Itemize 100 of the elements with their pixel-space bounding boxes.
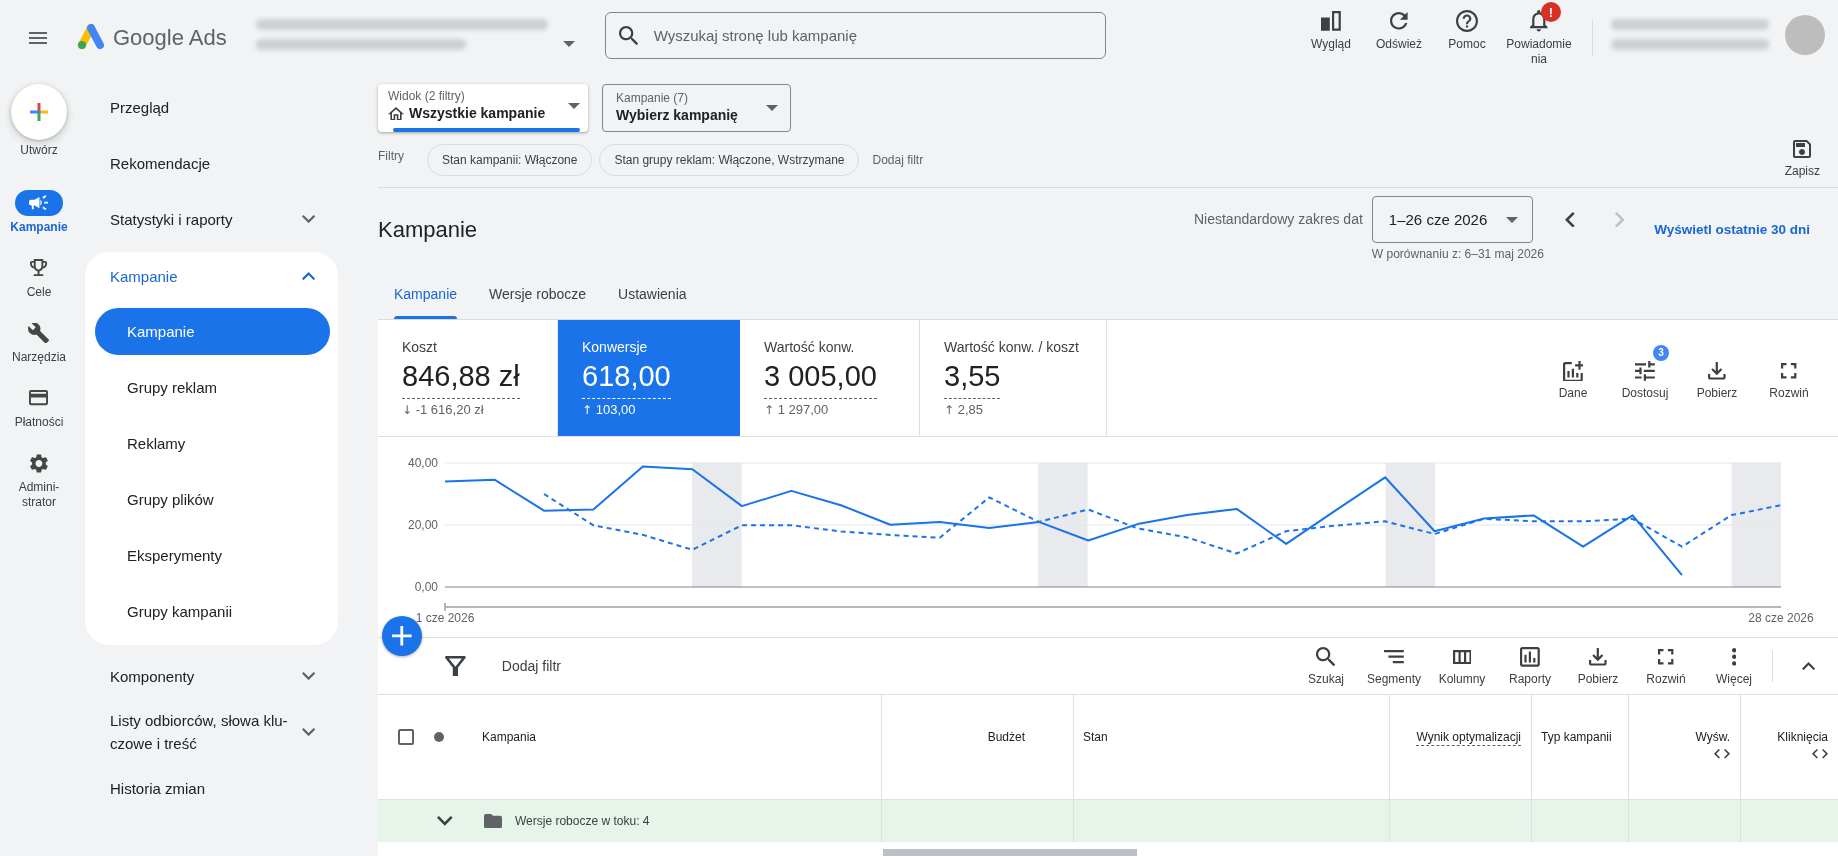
caret-icon	[562, 41, 575, 47]
filters-label: Filtry	[378, 148, 404, 163]
axis-label: 0,00	[414, 580, 438, 594]
sort-icon[interactable]	[1812, 749, 1828, 759]
help-icon	[1456, 10, 1478, 32]
search-icon	[618, 26, 638, 46]
menu-icon	[29, 31, 47, 44]
nav-item[interactable]: Kampanie	[85, 252, 338, 300]
last-30-days-link[interactable]: Wyświetl ostatnie 30 dni	[1654, 215, 1810, 245]
rail-item[interactable]: Płatności	[14, 385, 64, 430]
tab[interactable]: Ustawienia	[602, 272, 703, 319]
header-action-button[interactable]: Odśwież	[1365, 0, 1433, 67]
plus-icon	[11, 84, 67, 140]
tab[interactable]: Wersje robocze	[473, 272, 603, 319]
caret-icon	[1505, 216, 1518, 223]
nav-item[interactable]: Komponenty	[85, 648, 338, 704]
status-dot-icon	[434, 732, 444, 742]
nav-subitem[interactable]: Eksperymenty	[95, 532, 330, 579]
row-label: Wersje robocze w toku: 4	[515, 814, 650, 828]
sort-icon[interactable]	[1714, 749, 1730, 759]
more-vert-icon	[1731, 648, 1737, 666]
save-icon	[1793, 140, 1812, 158]
tune-icon	[1635, 361, 1655, 381]
toolbar-button[interactable]: Dane	[1537, 320, 1609, 436]
campaign-selector[interactable]: Kampanie (7) Wybierz kampanię	[602, 84, 791, 132]
header-action-button[interactable]: Pomoc	[1433, 0, 1501, 67]
logo-icon	[76, 24, 106, 51]
rail-item[interactable]: Cele	[15, 255, 63, 300]
toolbar-button[interactable]: Raporty	[1498, 645, 1562, 687]
toolbar-button[interactable]: Pobierz	[1681, 320, 1753, 436]
date-range-dropdown[interactable]: 1–26 cze 2026	[1371, 196, 1533, 243]
add-filter-button[interactable]: Dodaj filtr	[501, 658, 561, 674]
rail-item[interactable]: Admini-strator	[6, 450, 72, 510]
nav-subitem[interactable]: Grupy plików	[95, 476, 330, 523]
add-filter-button[interactable]: Dodaj filtr	[872, 152, 924, 167]
fullscreen-icon	[1781, 363, 1797, 379]
column-header[interactable]: Wynik optymalizacji	[1416, 729, 1521, 746]
save-button[interactable]: Zapisz	[1784, 140, 1820, 179]
account-menu-button[interactable]	[562, 41, 575, 47]
caret-icon	[766, 105, 778, 111]
nav-item[interactable]: Przegląd	[85, 79, 338, 135]
column-header[interactable]: Kampania	[482, 729, 537, 745]
add-chart-icon	[1562, 360, 1584, 382]
scrollbar-thumb[interactable]	[883, 849, 1137, 856]
fullscreen-icon	[1658, 649, 1674, 665]
header-action-button[interactable]: Wygląd	[1297, 0, 1365, 67]
layout-icon	[1321, 11, 1341, 31]
metric-card[interactable]: Wartość konw. / koszt 3,55 ↑ 2,85	[920, 320, 1107, 436]
toolbar-button[interactable]: Kolumny	[1430, 645, 1494, 687]
axis-label: 40,00	[407, 456, 438, 470]
search-icon	[1316, 647, 1336, 667]
nav-item[interactable]: Rekomendacje	[85, 135, 338, 191]
column-header[interactable]: Wyśw.	[1695, 729, 1730, 745]
page-title: Kampanie	[378, 216, 478, 244]
bar-chart-icon	[1520, 647, 1540, 667]
tab[interactable]: Kampanie	[378, 272, 474, 319]
toolbar-button[interactable]: Rozwiń	[1753, 320, 1825, 436]
nav-subitem[interactable]: Grupy kampanii	[95, 588, 330, 635]
toolbar-button[interactable]: Więcej	[1702, 645, 1766, 687]
caret-icon	[568, 103, 580, 109]
axis-label: 28 cze 2026	[1748, 611, 1814, 625]
view-selector[interactable]: Widok (2 filtry) Wszystkie kampanie	[378, 84, 588, 132]
search-field[interactable]: Wyszukaj stronę lub kampanię	[604, 12, 1106, 59]
download-icon	[1589, 648, 1607, 666]
rail-item[interactable]: Kampanie	[10, 190, 68, 235]
alert-badge: !	[1541, 2, 1561, 22]
create-button[interactable]: Utwórz	[11, 84, 67, 158]
folder-icon	[484, 813, 502, 829]
column-header[interactable]: Kliknięcia	[1777, 729, 1828, 745]
count-badge: 3	[1653, 345, 1669, 361]
column-header[interactable]: Typ kampanii	[1541, 729, 1612, 745]
metric-card[interactable]: Wartość konw. 3 005,00 ↑ 1 297,00	[740, 320, 920, 436]
rail-item[interactable]: Narzędzia	[12, 320, 66, 365]
nav-subitem[interactable]: Kampanie	[95, 308, 330, 355]
axis-label: 1 cze 2026	[415, 611, 475, 625]
nav-item[interactable]: Listy odbiorców, słowa klu-czowe i treść	[85, 704, 338, 760]
table-row[interactable]: Wersje robocze w toku: 4	[378, 800, 1838, 842]
chevron-up-icon	[1801, 661, 1816, 671]
toolbar-button[interactable]: Segmenty	[1362, 645, 1426, 687]
comparison-text: W porównaniu z: 6–31 maj 2026	[1371, 247, 1544, 262]
nav-item[interactable]: Historia zmian	[85, 760, 338, 816]
toolbar-button[interactable]: Pobierz	[1566, 645, 1630, 687]
column-header[interactable]: Budżet	[987, 729, 1025, 745]
metric-card[interactable]: Konwersje 618,00 ↑ 103,00	[558, 320, 740, 436]
plus-icon	[392, 626, 412, 646]
checkbox[interactable]	[398, 729, 414, 745]
nav-subitem[interactable]: Grupy reklam	[95, 364, 330, 411]
column-header[interactable]: Stan	[1083, 729, 1108, 745]
date-range-label: Niestandardowy zakres dat	[1193, 210, 1363, 229]
filter-icon	[445, 655, 466, 677]
toolbar-button[interactable]: 3 Dostosuj	[1609, 320, 1681, 436]
refresh-icon	[1390, 12, 1408, 30]
header-action-button[interactable]: ! Powiadomienia	[1501, 0, 1577, 67]
home-icon	[388, 106, 404, 121]
lines-icon	[1384, 650, 1404, 664]
nav-item[interactable]: Statystyki i raporty	[85, 191, 338, 247]
toolbar-button[interactable]: Szukaj	[1294, 645, 1358, 687]
toolbar-button[interactable]: Rozwiń	[1634, 645, 1698, 687]
nav-subitem[interactable]: Reklamy	[95, 420, 330, 467]
columns-icon	[1452, 649, 1472, 665]
